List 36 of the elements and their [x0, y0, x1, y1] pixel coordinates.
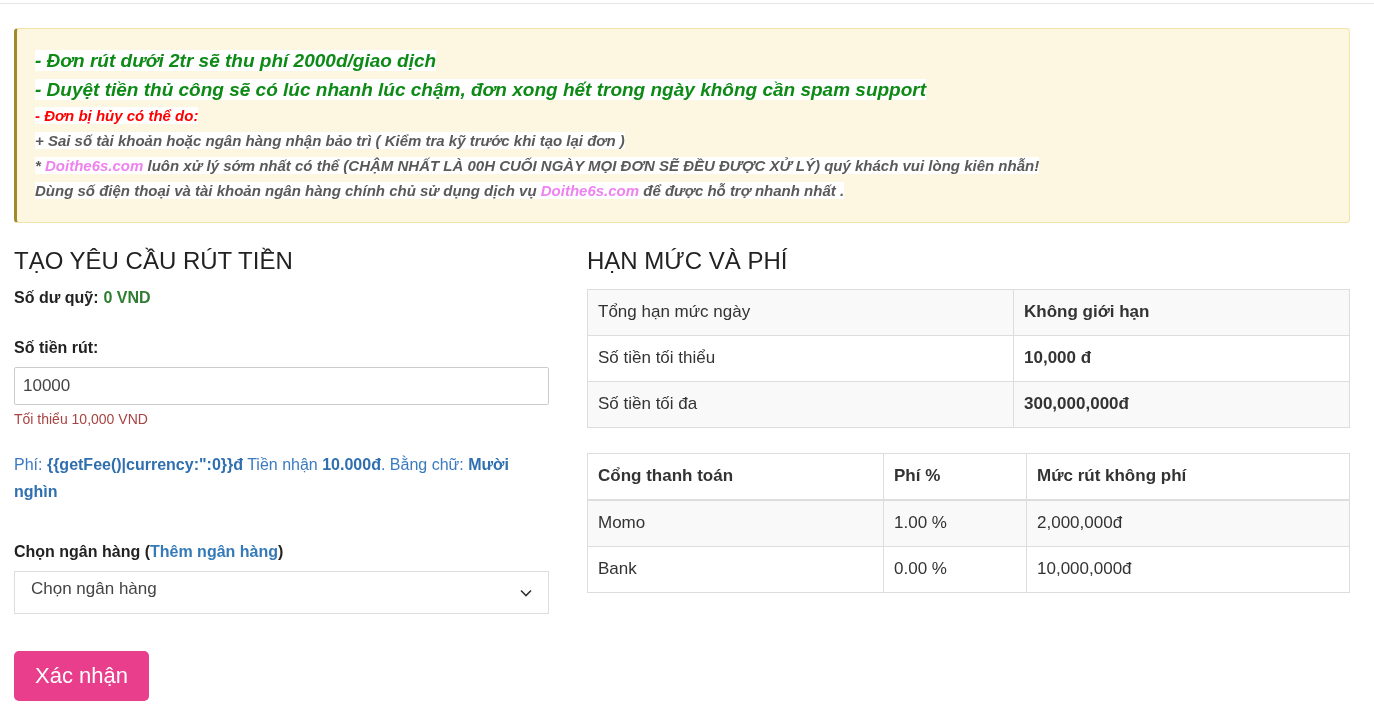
bank-label: Chọn ngân hàng (Thêm ngân hàng): [14, 542, 284, 561]
notice-text: Dùng số điện thoại và tài khoản ngân hàng chính chủ sử dụng dịch vụ Doithe6s.com để được hỗ trợ nhanh nhất .: [35, 181, 845, 199]
notice-text: + Sai số tài khoản hoặc ngân hàng nhận bảo trì ( Kiểm tra kỹ trước khi tạo lại đơn ): [35, 132, 625, 150]
site-link[interactable]: Doithe6s.com: [45, 156, 144, 174]
section-title: HẠN MỨC VÀ PHÍ: [587, 246, 789, 275]
notice-text: - Duyệt tiền thủ công sẽ có lúc nhanh lúc chậm, đơn xong hết trong ngày không cần spam support: [35, 78, 927, 100]
table-cell: 10,000,000đ: [1026, 546, 1350, 593]
add-bank-link[interactable]: Thêm ngân hàng: [150, 542, 278, 560]
table-cell: Tổng hạn mức ngày: [587, 289, 1014, 336]
table-cell: 2,000,000đ: [1026, 499, 1350, 547]
column-header: Phí %: [883, 453, 1027, 500]
site-link[interactable]: Doithe6s.com: [540, 181, 640, 199]
notice-text: * Doithe6s.com luôn xử lý sớm nhất có thể (CHẬM NHẤT LÀ 00H CUỐI NGÀY MỌI ĐƠN SẼ ĐỀU ĐƯỢC XỬ LÝ) quý khách vui lòng kiên nhẫn!: [35, 156, 1040, 174]
table-cell: Số tiền tối thiểu: [587, 335, 1014, 382]
column-header: Mức rút không phí: [1026, 453, 1350, 500]
section-title: TẠO YÊU CẦU RÚT TIỀN: [14, 246, 293, 275]
fee-text: Phí: {{getFee()|currency:":0}}đ Tiền nhận 10.000đ. Bằng chữ: Mười nghìn: [14, 454, 510, 502]
amount-input[interactable]: 10000: [14, 366, 549, 405]
table-cell: Momo: [587, 499, 884, 547]
notice-text: - Đơn rút dưới 2tr sẽ thu phí 2000d/giao dịch: [35, 50, 437, 71]
notice-text: - Đơn bị hủy có thể do:: [35, 107, 199, 125]
amount-label: Số tiền rút:: [14, 338, 99, 357]
balance-value: 0 VND: [103, 288, 151, 307]
table-cell: 1.00 %: [883, 499, 1027, 547]
table-cell: Bank: [587, 546, 884, 593]
table-cell: 300,000,000đ: [1013, 381, 1350, 428]
amount-hint: Tối thiểu 10,000 VND: [14, 410, 148, 427]
table-cell: 10,000 đ: [1013, 335, 1350, 382]
table-cell: Không giới hạn: [1013, 289, 1350, 336]
confirm-button[interactable]: Xác nhận: [14, 650, 149, 701]
balance-label: Số dư quỹ:: [14, 288, 99, 307]
table-cell: 0.00 %: [883, 546, 1027, 593]
column-header: Cổng thanh toán: [587, 453, 884, 500]
caret-icon: [520, 589, 532, 598]
table-cell: Số tiền tối đa: [587, 381, 1014, 428]
bank-select[interactable]: Chọn ngân hàng: [14, 570, 549, 614]
